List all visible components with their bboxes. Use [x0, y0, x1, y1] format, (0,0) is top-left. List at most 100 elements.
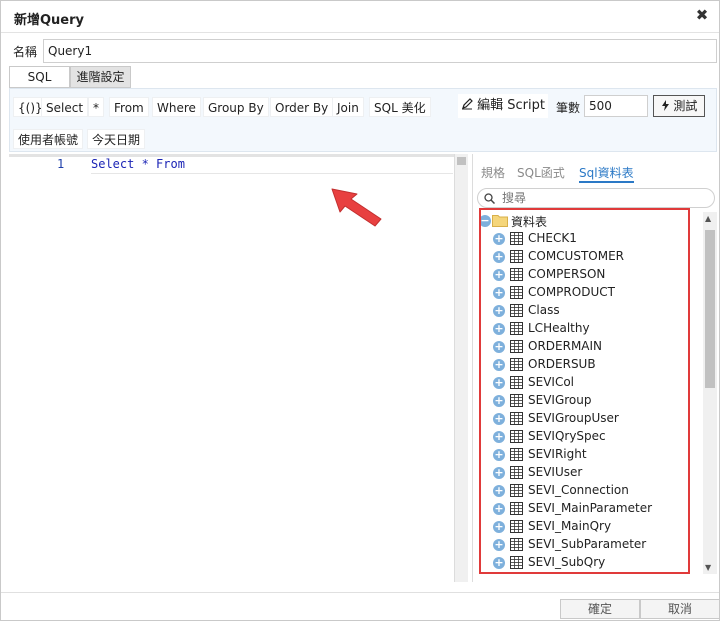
table-list-item[interactable]: + SEVI_Connection [473, 482, 703, 500]
plus-circle-icon[interactable]: + [493, 341, 505, 353]
table-list-item[interactable]: + SEVIQrySpec [473, 428, 703, 446]
table-name-label: ORDERSUB [528, 357, 596, 371]
table-search-input[interactable] [500, 190, 705, 206]
plus-circle-icon[interactable]: + [493, 251, 505, 263]
plus-circle-icon[interactable]: + [493, 395, 505, 407]
plus-circle-icon[interactable]: + [493, 413, 505, 425]
table-icon [510, 556, 523, 569]
table-list-item[interactable]: + SEVI_SubParameter [473, 536, 703, 554]
table-list-item[interactable]: + ORDERMAIN [473, 338, 703, 356]
side-tab-sql-tables[interactable]: Sql資料表 [579, 164, 634, 183]
plus-circle-icon[interactable]: + [493, 521, 505, 533]
table-icon [510, 502, 523, 515]
tree-scrollbar-thumb[interactable] [705, 230, 715, 388]
table-icon [510, 286, 523, 299]
plus-circle-icon[interactable]: + [493, 485, 505, 497]
table-name-label: SEVIUser [528, 465, 583, 479]
tree-root-row[interactable]: − 資料表 [473, 212, 703, 230]
table-icon [510, 340, 523, 353]
table-search-box[interactable] [477, 188, 715, 208]
toolbar-star-button[interactable]: * [88, 97, 104, 117]
row-count-input[interactable] [584, 95, 648, 117]
table-name-label: CHECK1 [528, 231, 577, 245]
plus-circle-icon[interactable]: + [493, 287, 505, 299]
table-list-item[interactable]: + ORDERSUB [473, 356, 703, 374]
cancel-button[interactable]: 取消 [640, 599, 720, 619]
toolbar-where-button[interactable]: Where [152, 97, 201, 117]
tree-scrollbar[interactable]: ▲ ▼ [703, 212, 717, 574]
table-icon [510, 250, 523, 263]
dialog-footer: 確定 取消 [1, 592, 720, 620]
test-button[interactable]: 測試 [653, 95, 705, 117]
table-list-item[interactable]: + SEVICol [473, 374, 703, 392]
table-list-item[interactable]: + SEVI_SubQry [473, 554, 703, 572]
table-list-item[interactable]: + COMPRODUCT [473, 284, 703, 302]
toolbar-group-by-button[interactable]: Group By [203, 97, 269, 117]
toolbar-join-button[interactable]: Join [332, 97, 364, 117]
edit-script-label: 編輯 Script [477, 98, 545, 113]
name-input[interactable] [43, 39, 717, 63]
tab-advanced-settings[interactable]: 進階設定 [70, 66, 131, 88]
pencil-icon [462, 98, 473, 110]
toolbar-order-by-button[interactable]: Order By [270, 97, 334, 117]
table-list-item[interactable]: + COMPERSON [473, 266, 703, 284]
table-list-item[interactable]: + LCHealthy [473, 320, 703, 338]
table-list-item[interactable]: + SEVIGroupUser [473, 410, 703, 428]
table-list-item[interactable]: + COMCUSTOMER [473, 248, 703, 266]
scroll-up-icon[interactable]: ▲ [705, 214, 711, 223]
plus-circle-icon[interactable]: + [493, 503, 505, 515]
table-icon [510, 394, 523, 407]
side-tab-spec[interactable]: 規格 [481, 164, 505, 181]
scroll-down-icon[interactable]: ▼ [705, 563, 711, 572]
side-tab-sql-functions[interactable]: SQL函式 [517, 164, 565, 181]
edit-script-button[interactable]: 編輯 Script [458, 94, 548, 118]
table-icon [510, 412, 523, 425]
table-list-item[interactable]: + SEVI_MainParameter [473, 500, 703, 518]
table-icon [510, 520, 523, 533]
plus-circle-icon[interactable]: + [493, 449, 505, 461]
dialog-titlebar: 新增Query ✖ [1, 1, 719, 33]
table-name-label: COMPRODUCT [528, 285, 615, 299]
plus-circle-icon[interactable]: + [493, 269, 505, 281]
table-name-label: COMPERSON [528, 267, 606, 281]
sql-toolbar: {()} Select * From Where Group By Order … [9, 88, 717, 152]
table-icon [510, 358, 523, 371]
tab-sql[interactable]: SQL [9, 66, 70, 88]
table-list-item[interactable]: + Class [473, 302, 703, 320]
ok-button[interactable]: 確定 [560, 599, 640, 619]
table-list-item[interactable]: + SEVIUser [473, 464, 703, 482]
table-icon [510, 232, 523, 245]
toolbar-user-account-button[interactable]: 使用者帳號 [13, 129, 84, 149]
plus-circle-icon[interactable]: + [493, 323, 505, 335]
table-name-label: SEVI_MainQry [528, 519, 612, 533]
plus-circle-icon[interactable]: + [493, 539, 505, 551]
plus-circle-icon[interactable]: + [493, 359, 505, 371]
table-list-item[interactable]: + CHECK1 [473, 230, 703, 248]
plus-circle-icon[interactable]: + [493, 377, 505, 389]
table-list-item[interactable]: + SEVIGroup [473, 392, 703, 410]
plus-circle-icon[interactable]: + [493, 557, 505, 569]
plus-circle-icon[interactable]: + [493, 431, 505, 443]
table-icon [510, 376, 523, 389]
table-name-label: Class [528, 303, 560, 317]
plus-circle-icon[interactable]: + [493, 233, 505, 245]
table-tree: − 資料表 + CHECK1 + COMCUSTOMER + COMPERSON + COMP… [473, 212, 703, 574]
close-icon[interactable]: ✖ [693, 6, 711, 24]
code-line[interactable]: Select * From [91, 157, 453, 174]
plus-circle-icon[interactable]: + [493, 305, 505, 317]
table-list-item[interactable]: + SEVI_MainQry [473, 518, 703, 536]
table-name-label: ORDERMAIN [528, 339, 603, 353]
sql-editor[interactable]: 1 Select * From [9, 154, 468, 582]
table-icon [510, 322, 523, 335]
toolbar-select-button[interactable]: Select [41, 97, 89, 117]
editor-scrollbar[interactable] [454, 154, 468, 582]
toolbar-sql-beautify-button[interactable]: SQL 美化 [369, 97, 431, 117]
toolbar-from-button[interactable]: From [109, 97, 149, 117]
line-number: 1 [57, 157, 65, 171]
plus-circle-icon[interactable]: + [493, 467, 505, 479]
toolbar-today-date-button[interactable]: 今天日期 [87, 129, 146, 149]
editor-scrollbar-thumb[interactable] [457, 157, 466, 165]
table-name-label: SEVI_SubParameter [528, 537, 647, 551]
collapse-icon[interactable]: − [479, 215, 491, 227]
table-list-item[interactable]: + SEVIRight [473, 446, 703, 464]
